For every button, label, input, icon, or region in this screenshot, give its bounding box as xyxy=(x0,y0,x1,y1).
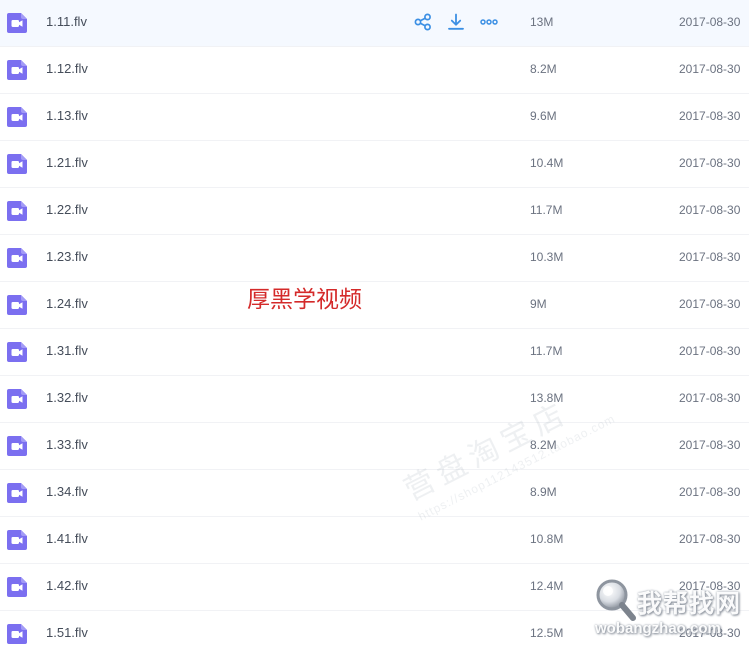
file-date: 2017-08-30 xyxy=(679,297,741,311)
video-file-icon xyxy=(7,295,27,315)
file-size: 11.7M xyxy=(530,344,563,358)
file-size: 12.5M xyxy=(530,626,564,640)
file-row[interactable]: 1.32.flv 13.8M 2017-08-30 xyxy=(0,376,749,423)
file-name[interactable]: 1.33.flv xyxy=(46,437,88,453)
file-row[interactable]: 1.22.flv 11.7M 2017-08-30 xyxy=(0,188,749,235)
video-file-icon xyxy=(7,389,27,409)
share-icon xyxy=(414,13,431,31)
video-file-icon xyxy=(7,154,27,174)
video-file-icon xyxy=(7,483,27,503)
file-date: 2017-08-30 xyxy=(679,109,741,123)
file-size: 9M xyxy=(530,297,547,311)
file-list-page: 1.11.flv 13M 2017-08-30 1.12.flv 8.2M 20… xyxy=(0,0,749,646)
file-name[interactable]: 1.41.flv xyxy=(46,531,88,547)
row-actions xyxy=(412,11,511,33)
file-name[interactable]: 1.12.flv xyxy=(46,61,88,77)
file-row[interactable]: 1.33.flv 8.2M 2017-08-30 xyxy=(0,423,749,470)
file-size: 10.3M xyxy=(530,250,564,264)
file-date: 2017-08-30 xyxy=(679,62,741,76)
file-row[interactable]: 1.13.flv 9.6M 2017-08-30 xyxy=(0,94,749,141)
file-row[interactable]: 1.12.flv 8.2M 2017-08-30 xyxy=(0,47,749,94)
file-date: 2017-08-30 xyxy=(679,485,741,499)
overlay-caption: 厚黑学视频 xyxy=(247,287,362,313)
magnifier-logo-icon xyxy=(596,579,636,621)
file-name[interactable]: 1.13.flv xyxy=(46,108,88,124)
file-date: 2017-08-30 xyxy=(679,156,741,170)
site-logo-watermark: 我帮找网 wobangzhao.com xyxy=(593,576,749,646)
file-size: 11.7M xyxy=(530,203,563,217)
file-size: 10.8M xyxy=(530,532,564,546)
file-name[interactable]: 1.23.flv xyxy=(46,249,88,265)
download-icon xyxy=(448,13,464,30)
file-date: 2017-08-30 xyxy=(679,438,741,452)
video-file-icon xyxy=(7,624,27,644)
file-date: 2017-08-30 xyxy=(679,532,741,546)
file-date: 2017-08-30 xyxy=(679,203,741,217)
file-row[interactable]: 1.11.flv 13M 2017-08-30 xyxy=(0,0,749,47)
logo-name: 我帮找网 xyxy=(637,590,742,618)
video-file-icon xyxy=(7,13,27,33)
file-name[interactable]: 1.32.flv xyxy=(46,390,88,406)
file-row[interactable]: 1.31.flv 11.7M 2017-08-30 xyxy=(0,329,749,376)
file-name[interactable]: 1.11.flv xyxy=(46,14,87,30)
file-size: 8.9M xyxy=(530,485,557,499)
video-file-icon xyxy=(7,201,27,221)
more-icon xyxy=(480,19,498,25)
download-button[interactable] xyxy=(445,11,467,33)
share-button[interactable] xyxy=(412,11,434,33)
video-file-icon xyxy=(7,342,27,362)
file-row[interactable]: 1.34.flv 8.9M 2017-08-30 xyxy=(0,470,749,517)
logo-domain: wobangzhao.com xyxy=(595,620,721,637)
file-list: 1.11.flv 13M 2017-08-30 1.12.flv 8.2M 20… xyxy=(0,0,749,646)
file-name[interactable]: 1.24.flv xyxy=(46,296,88,312)
video-file-icon xyxy=(7,530,27,550)
file-size: 9.6M xyxy=(530,109,557,123)
more-button[interactable] xyxy=(478,11,500,33)
file-name[interactable]: 1.42.flv xyxy=(46,578,88,594)
file-size: 8.2M xyxy=(530,62,557,76)
file-row[interactable]: 1.23.flv 10.3M 2017-08-30 xyxy=(0,235,749,282)
file-date: 2017-08-30 xyxy=(679,344,741,358)
file-name[interactable]: 1.22.flv xyxy=(46,202,88,218)
file-row[interactable]: 1.41.flv 10.8M 2017-08-30 xyxy=(0,517,749,564)
file-date: 2017-08-30 xyxy=(679,250,741,264)
file-row[interactable]: 1.21.flv 10.4M 2017-08-30 xyxy=(0,141,749,188)
video-file-icon xyxy=(7,60,27,80)
file-date: 2017-08-30 xyxy=(679,391,741,405)
file-name[interactable]: 1.51.flv xyxy=(46,625,88,641)
file-name[interactable]: 1.34.flv xyxy=(46,484,88,500)
file-size: 13M xyxy=(530,15,554,29)
file-row[interactable]: 1.24.flv 9M 2017-08-30 xyxy=(0,282,749,329)
file-date: 2017-08-30 xyxy=(679,15,741,29)
video-file-icon xyxy=(7,107,27,127)
file-name[interactable]: 1.31.flv xyxy=(46,343,88,359)
file-size: 10.4M xyxy=(530,156,564,170)
video-file-icon xyxy=(7,436,27,456)
file-size: 12.4M xyxy=(530,579,564,593)
file-name[interactable]: 1.21.flv xyxy=(46,155,88,171)
video-file-icon xyxy=(7,248,27,268)
video-file-icon xyxy=(7,577,27,597)
